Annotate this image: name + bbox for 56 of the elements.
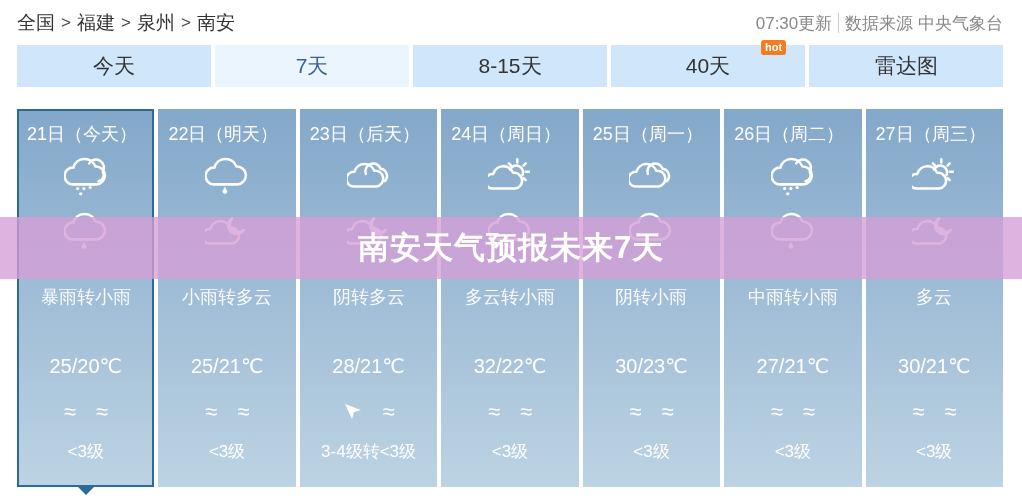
pointer-icon: [77, 486, 95, 495]
breadcrumb-link[interactable]: 全国: [17, 10, 55, 36]
data-source: 数据来源 中央气象台: [845, 12, 1003, 35]
weather-text: 小雨转多云: [182, 286, 273, 309]
wind-level: 3-4级转<3级: [321, 441, 417, 463]
temperature: 32/22℃: [473, 354, 547, 378]
temperature: 30/21℃: [898, 354, 971, 378]
wind-level: <3级: [491, 441, 529, 463]
hot-badge: hot: [761, 40, 787, 55]
temperature: 28/21℃: [332, 354, 405, 378]
breadcrumb-separator: >: [180, 13, 191, 33]
weather-text: 多云: [916, 286, 953, 309]
wind-level: <3级: [774, 441, 812, 463]
weather-text: 阴转小雨: [615, 286, 688, 309]
weather-text: 多云转小雨: [465, 286, 555, 309]
day-date: 26日（周二）: [734, 123, 845, 146]
wind-symbol: ≈: [520, 399, 533, 425]
breadcrumb-separator: >: [120, 13, 131, 33]
wind-symbol: ≈: [382, 399, 395, 425]
day-date: 21日（今天）: [27, 123, 138, 146]
breadcrumb-separator: >: [61, 13, 71, 33]
wind-symbol: ≈: [205, 399, 218, 425]
day-date: 23日（后天）: [309, 123, 420, 146]
breadcrumb-link[interactable]: 泉州: [136, 10, 175, 36]
wind-symbol: ≈: [661, 399, 674, 425]
wind-symbol: ≈: [487, 399, 500, 425]
update-time: 07:30更新: [755, 12, 833, 35]
wind-level: <3级: [633, 441, 670, 463]
temperature: 27/21℃: [756, 354, 830, 378]
weather-text: 暴雨转小雨: [40, 286, 131, 309]
wind-symbol: ≈: [63, 399, 76, 425]
wind-level: <3级: [916, 441, 953, 463]
tab[interactable]: 7天: [215, 45, 409, 87]
wind-symbol: ≈: [770, 399, 783, 425]
temperature: 25/21℃: [190, 354, 264, 378]
wind-symbol: ≈: [912, 399, 925, 425]
wind-symbol: ≈: [802, 399, 815, 425]
wind-symbol: ≈: [944, 399, 957, 425]
weather-text: 中雨转小雨: [747, 286, 838, 309]
day-date: 27日（周三）: [875, 123, 986, 146]
temperature: 25/20℃: [49, 354, 122, 378]
breadcrumb-link[interactable]: 南安: [196, 10, 235, 36]
wind-symbol: ≈: [629, 399, 642, 425]
temperature: 30/23℃: [615, 354, 688, 378]
day-date: 22日（明天）: [168, 123, 279, 146]
tab[interactable]: 雷达图: [809, 45, 1003, 87]
wind-symbol: ≈: [237, 399, 250, 425]
wind-symbol: ≈: [95, 399, 108, 425]
wind-level: <3级: [208, 441, 246, 463]
tab[interactable]: 今天: [17, 45, 211, 87]
tab[interactable]: 8-15天: [413, 45, 607, 87]
wind-level: <3级: [67, 441, 104, 463]
day-date: 24日（周日）: [451, 123, 562, 146]
weather-text: 阴转多云: [332, 286, 405, 309]
day-date: 25日（周一）: [592, 123, 703, 146]
breadcrumb-link[interactable]: 福建: [76, 10, 115, 36]
